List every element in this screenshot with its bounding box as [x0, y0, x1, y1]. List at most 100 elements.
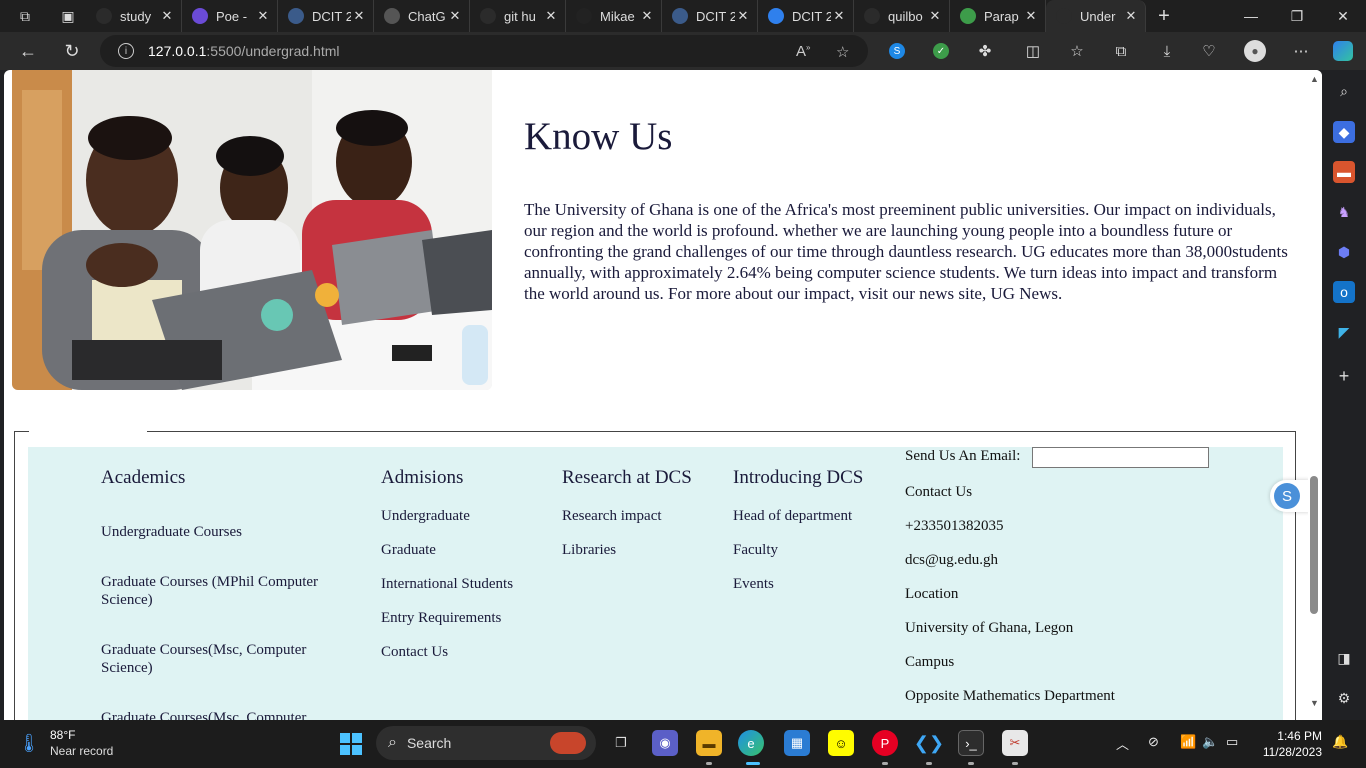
browser-tab[interactable]: Poe - ✕ — [182, 0, 278, 32]
browser-tab[interactable]: DCIT 2 ✕ — [278, 0, 374, 32]
browser-tab[interactable]: ChatG ✕ — [374, 0, 470, 32]
tab-close-icon[interactable]: ✕ — [1023, 8, 1039, 24]
wifi-icon[interactable]: 📶 — [1180, 734, 1196, 750]
footer-link-research-impact[interactable]: Research impact — [562, 507, 662, 525]
terminal-icon[interactable]: ›_ — [958, 730, 984, 756]
split-screen-icon[interactable]: ◫ — [1022, 40, 1044, 62]
file-explorer-icon[interactable]: ▬ — [696, 730, 722, 756]
footer-link-head-of-department[interactable]: Head of department — [733, 507, 852, 525]
favorite-star-icon[interactable]: ☆ — [836, 43, 849, 61]
restore-button[interactable]: ❐ — [1274, 0, 1320, 32]
taskbar-search[interactable]: ⌕ Search — [376, 726, 596, 760]
scrollbar-thumb[interactable] — [1310, 476, 1318, 614]
tab-close-icon[interactable]: ✕ — [543, 8, 559, 24]
footer-link-undergraduate-courses[interactable]: Undergraduate Courses — [101, 523, 242, 541]
start-windows-icon[interactable] — [338, 731, 364, 757]
tools-briefcase-icon[interactable]: ▬ — [1333, 161, 1355, 183]
footer-link-events[interactable]: Events — [733, 575, 774, 593]
back-arrow-icon[interactable]: ← — [12, 36, 44, 66]
task-view-icon[interactable]: ❐ — [608, 730, 634, 756]
tab-close-icon[interactable]: ✕ — [351, 8, 367, 24]
browser-tab[interactable]: DCIT 2 ✕ — [662, 0, 758, 32]
extensions-puzzle-icon[interactable]: ✤ — [974, 40, 996, 62]
new-tab-button[interactable]: + — [1146, 0, 1182, 32]
email-input[interactable] — [1032, 447, 1209, 468]
clock-date[interactable]: 11/28/2023 — [1252, 745, 1322, 759]
outlook-icon[interactable]: o — [1333, 281, 1355, 303]
collections-icon[interactable]: ⧉ — [1110, 40, 1132, 62]
footer-link-graduate-msc-2[interactable]: Graduate Courses(Msc, Computer — [101, 709, 306, 720]
browser-tab[interactable]: Parap ✕ — [950, 0, 1046, 32]
weather-temperature[interactable]: 88°F — [50, 728, 75, 742]
games-icon[interactable]: ♞ — [1333, 201, 1355, 223]
footer-link-graduate-msc[interactable]: Graduate Courses(Msc, Computer — [101, 641, 306, 659]
footer-link-faculty[interactable]: Faculty — [733, 541, 778, 559]
page-scrollbar[interactable] — [1308, 70, 1322, 720]
snapchat-icon[interactable]: ☺ — [828, 730, 854, 756]
site-info-icon[interactable]: i — [118, 43, 134, 59]
tab-close-icon[interactable]: ✕ — [639, 8, 655, 24]
vscode-icon[interactable]: ❮❯ — [914, 730, 944, 756]
notifications-bell-icon[interactable]: 🔔 — [1332, 734, 1348, 750]
tab-close-icon[interactable]: ✕ — [831, 8, 847, 24]
tab-actions-icon[interactable]: ▣ — [50, 0, 86, 32]
microsoft-store-icon[interactable]: ▦ — [784, 730, 810, 756]
scroll-down-arrow-icon[interactable]: ▼ — [1310, 698, 1319, 708]
chat-icon[interactable]: ◉ — [652, 730, 678, 756]
copilot-icon[interactable] — [1332, 40, 1354, 62]
minimize-button[interactable]: — — [1228, 0, 1274, 32]
microsoft365-icon[interactable]: ⬢ — [1333, 241, 1355, 263]
browser-tab[interactable]: Under ✕ — [1046, 0, 1146, 32]
floating-extension-button[interactable]: S — [1270, 480, 1310, 512]
downloads-icon[interactable]: ⤓ — [1156, 40, 1178, 62]
weather-description[interactable]: Near record — [50, 744, 113, 758]
search-icon[interactable]: ⌕ — [1333, 80, 1355, 102]
workspaces-icon[interactable]: ⧉ — [0, 0, 50, 32]
browser-tab[interactable]: Mikae ✕ — [566, 0, 662, 32]
tab-close-icon[interactable]: ✕ — [447, 8, 463, 24]
tab-close-icon[interactable]: ✕ — [255, 8, 271, 24]
edge-browser-icon[interactable]: e — [738, 730, 764, 756]
battery-icon[interactable]: ▭ — [1226, 734, 1238, 750]
tab-close-icon[interactable]: ✕ — [927, 8, 943, 24]
browser-tab[interactable]: DCIT 2 ✕ — [758, 0, 854, 32]
meet-now-icon[interactable]: ⊘ — [1148, 734, 1159, 750]
browser-tab[interactable]: quilbo ✕ — [854, 0, 950, 32]
show-hidden-icons-chevron-icon[interactable]: ︿ — [1116, 734, 1129, 753]
footer-link-international-students[interactable]: International Students — [381, 575, 513, 593]
footer-link-contact-us[interactable]: Contact Us — [381, 643, 448, 661]
read-aloud-icon[interactable]: A» — [796, 43, 810, 60]
close-window-button[interactable]: ✕ — [1320, 0, 1366, 32]
browser-tab[interactable]: git hu ✕ — [470, 0, 566, 32]
footer-link-graduate-mphil-cont[interactable]: Science) — [101, 591, 153, 609]
grammar-extension-icon[interactable]: ✓ — [930, 40, 952, 62]
footer-link-libraries[interactable]: Libraries — [562, 541, 616, 559]
drop-icon[interactable]: ◤ — [1333, 321, 1355, 343]
footer-link-graduate-mphil[interactable]: Graduate Courses (MPhil Computer — [101, 573, 318, 591]
footer-link-entry-requirements[interactable]: Entry Requirements — [381, 609, 501, 627]
footer-link-admissions-graduate[interactable]: Graduate — [381, 541, 436, 559]
pinterest-icon[interactable]: P — [872, 730, 898, 756]
favorites-icon[interactable]: ☆ — [1066, 40, 1088, 62]
volume-icon[interactable]: 🔈 — [1202, 734, 1218, 750]
hide-sidebar-icon[interactable]: ◨ — [1333, 647, 1355, 669]
clock-time[interactable]: 1:46 PM — [1262, 729, 1322, 743]
add-sidebar-app-icon[interactable]: + — [1333, 365, 1355, 387]
footer-link-admissions-undergraduate[interactable]: Undergraduate — [381, 507, 470, 525]
tab-close-icon[interactable]: ✕ — [1123, 8, 1139, 24]
tab-close-icon[interactable]: ✕ — [159, 8, 175, 24]
address-bar[interactable]: i 127.0.0.1:5500/undergrad.html A» ☆ — [100, 35, 868, 67]
snipping-tool-icon[interactable]: ✂ — [1002, 730, 1028, 756]
performance-icon[interactable]: ♡ — [1198, 40, 1220, 62]
tab-close-icon[interactable]: ✕ — [735, 8, 751, 24]
profile-avatar-icon[interactable]: ● — [1244, 40, 1266, 62]
sidebar-settings-gear-icon[interactable]: ⚙ — [1333, 687, 1355, 709]
weather-thermometer-icon[interactable]: 🌡 — [16, 730, 42, 756]
refresh-icon[interactable]: ↻ — [56, 36, 88, 66]
shopping-tag-icon[interactable]: ◆ — [1333, 121, 1355, 143]
skype-extension-icon[interactable]: S — [886, 40, 908, 62]
more-menu-icon[interactable]: ⋯ — [1290, 40, 1312, 62]
scroll-up-arrow-icon[interactable]: ▲ — [1310, 74, 1319, 84]
footer-link-graduate-msc-cont[interactable]: Science) — [101, 659, 153, 677]
browser-tab[interactable]: study ✕ — [86, 0, 182, 32]
